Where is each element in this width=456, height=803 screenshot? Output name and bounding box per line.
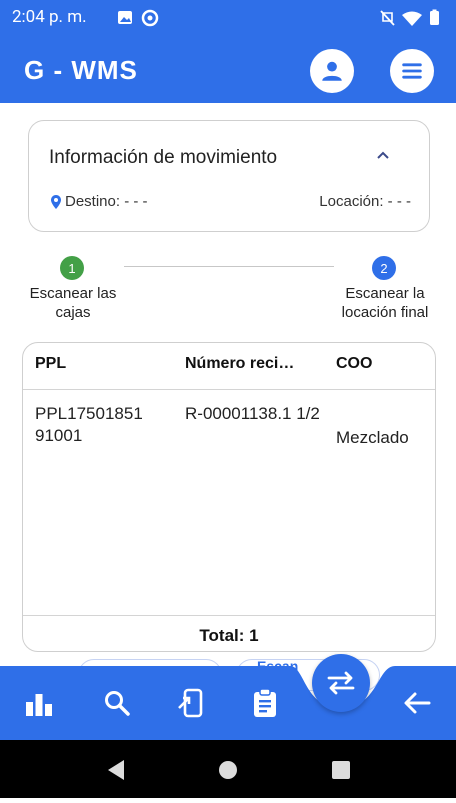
cell-numero: R-00001138.1 1/2 [185,404,320,423]
location-pin-icon [51,194,61,209]
nav-search[interactable] [100,686,134,720]
person-icon [322,61,342,81]
nav-back[interactable] [400,686,434,720]
status-time: 2:04 p. m. [12,7,87,27]
table-total: Total: 1 [199,626,259,645]
device-transfer-icon [178,688,203,718]
locacion-field: Locación: - - - [319,193,411,210]
stepper-line [124,266,334,267]
step-2-label: Escanear la locación final [341,285,429,321]
status-bar: 2:04 p. m. [0,0,456,35]
system-nav-bar [0,740,456,798]
step-2-circle: 2 [372,256,396,280]
destino-field: Destino: - - - [51,193,148,210]
bottom-nav [0,666,456,740]
table-header-divider [23,389,435,390]
collapse-toggle[interactable] [375,147,391,168]
column-header-ppl[interactable]: PPL [35,355,66,373]
movement-info-card: Información de movimiento Destino: - - -… [28,120,430,232]
recents-icon[interactable] [332,761,350,779]
status-left-icons [116,8,162,33]
chevron-up-icon [377,151,389,159]
arrow-back-icon [404,692,431,714]
boxes-table: PPL Número reci… COO PPL17501851 91001 R… [22,342,436,652]
table-footer-divider [23,615,435,616]
back-icon[interactable] [108,760,124,780]
clipboard-icon [254,688,276,717]
cell-ppl: PPL17501851 91001 [35,404,143,445]
image-icon [118,9,159,27]
profile-button[interactable] [310,49,354,93]
swap-icon [327,671,355,695]
nav-dashboard[interactable] [22,686,56,720]
bottom-nav-background [0,666,456,740]
battery-icon [430,9,439,25]
wifi-icon [402,11,422,26]
status-right-icons [380,9,444,32]
mute-icon [380,10,395,26]
swap-fab-button[interactable] [312,654,370,712]
home-icon[interactable] [219,761,237,779]
cell-coo: Mezclado [336,428,409,447]
column-header-coo[interactable]: COO [336,355,372,373]
app-bar: G - WMS [0,35,456,103]
nav-clipboard[interactable] [248,686,282,720]
column-header-numero[interactable]: Número reci… [185,355,294,373]
menu-button[interactable] [390,49,434,93]
app-title: G - WMS [24,55,138,85]
menu-icon [402,63,422,79]
chart-icon [26,694,52,716]
step-1-circle: 1 [60,256,84,280]
destino-text: Destino: - - - [65,193,148,210]
movement-info-title: Información de movimiento [49,147,278,168]
nav-transfer-device[interactable] [174,686,208,720]
search-icon [105,691,130,716]
step-1-label: Escanear las cajas [29,285,117,321]
